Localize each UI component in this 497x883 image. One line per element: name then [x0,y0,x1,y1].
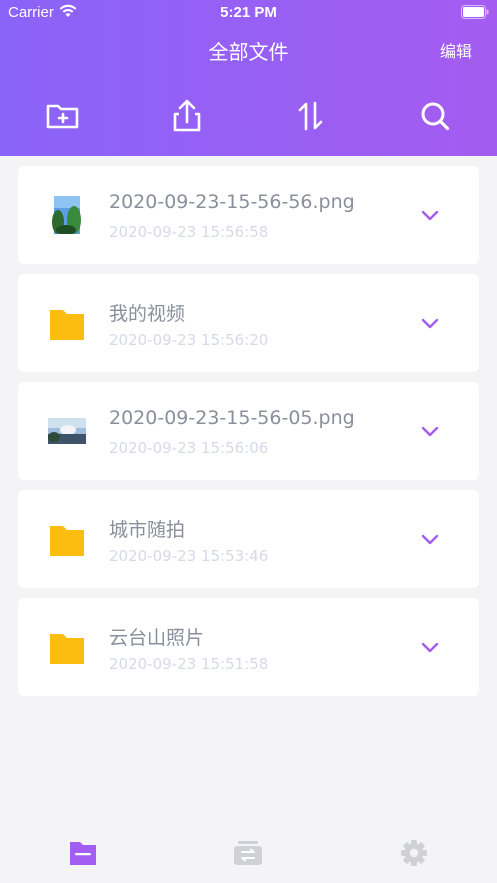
image-thumbnail [52,196,81,234]
file-name: 2020-09-23-15-56-05.png [109,407,355,429]
status-bar: Carrier 5:21 PM [0,0,497,26]
share-icon [173,99,201,132]
tab-files[interactable] [68,839,98,867]
file-date: 2020-09-23 15:56:20 [109,331,269,349]
status-time: 5:21 PM [220,4,277,21]
file-date: 2020-09-23 15:56:06 [109,439,269,457]
header: Carrier 5:21 PM 全部文件 编辑 [0,0,497,156]
file-name: 城市随拍 [109,519,186,541]
list-item[interactable]: 2020-09-23-15-56-05.png 2020-09-23 15:56… [18,382,479,480]
list-item[interactable]: 云台山照片 2020-09-23 15:51:58 [18,598,479,696]
transfer-tab-icon [234,841,262,865]
chevron-down-icon[interactable] [419,315,441,331]
tab-bar [0,825,497,883]
search-button[interactable] [417,98,453,134]
file-name: 我的视频 [109,303,186,325]
new-folder-button[interactable] [45,98,81,134]
file-date: 2020-09-23 15:51:58 [109,655,269,673]
file-date: 2020-09-23 15:56:58 [109,223,269,241]
search-icon [421,102,450,131]
image-thumbnail [48,418,86,444]
chevron-down-icon[interactable] [419,531,441,547]
list-item[interactable]: 城市随拍 2020-09-23 15:53:46 [18,490,479,588]
file-name: 云台山照片 [109,627,205,649]
battery-icon [461,5,489,19]
share-button[interactable] [169,98,205,134]
folder-icon [50,634,84,664]
settings-tab-icon [401,840,427,866]
chevron-down-icon[interactable] [419,207,441,223]
tab-transfer[interactable] [233,839,263,867]
chevron-down-icon[interactable] [419,423,441,439]
file-name: 2020-09-23-15-56-56.png [109,191,355,213]
folder-icon [50,526,84,556]
files-tab-icon [70,842,96,865]
sort-icon [298,101,323,131]
new-folder-icon [46,104,79,129]
folder-icon [50,310,84,340]
file-list: 2020-09-23-15-56-56.png 2020-09-23 15:56… [18,166,479,706]
file-date: 2020-09-23 15:53:46 [109,547,269,565]
list-item[interactable]: 我的视频 2020-09-23 15:56:20 [18,274,479,372]
page-title: 全部文件 [208,40,289,64]
sort-button[interactable] [293,98,329,134]
list-item[interactable]: 2020-09-23-15-56-56.png 2020-09-23 15:56… [18,166,479,264]
chevron-down-icon[interactable] [419,639,441,655]
tab-settings[interactable] [399,839,429,867]
edit-button[interactable]: 编辑 [440,38,472,62]
